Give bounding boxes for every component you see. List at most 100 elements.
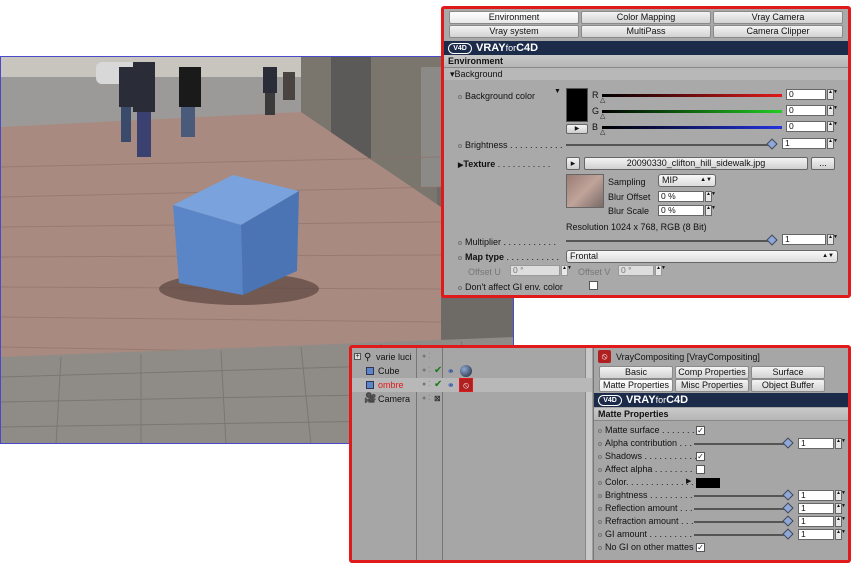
matte-row-label: Shadows . . . . . . . . . . . [598, 451, 697, 461]
visibility-dots-icon[interactable]: ● ⁚ [422, 378, 430, 392]
material-tag-icon[interactable] [460, 365, 472, 377]
object-row-camera[interactable]: 🎥 Camera ● ⁚ ⊠ [352, 392, 592, 406]
gi-env-color-checkbox[interactable] [589, 281, 598, 290]
b-spinner[interactable]: ▲▼ [827, 121, 838, 132]
enabled-check-icon[interactable]: ✔ [434, 378, 442, 392]
background-color-swatch[interactable] [566, 88, 588, 122]
matte-checkbox[interactable]: ✓ [696, 426, 705, 435]
tab-environment[interactable]: Environment [449, 11, 579, 24]
texture-file-button[interactable]: 20090330_clifton_hill_sidewalk.jpg [584, 157, 808, 170]
blur-scale-spinner[interactable]: ▲▼ [705, 205, 716, 216]
subsection-background[interactable]: ▾Background [444, 68, 848, 80]
g-slider-track[interactable] [602, 110, 782, 113]
matte-slider[interactable] [694, 495, 790, 497]
tab-camera-clipper[interactable]: Camera Clipper [713, 25, 843, 38]
visibility-dots-icon[interactable]: ● ⁚ [422, 392, 430, 406]
matte-color-swatch[interactable] [696, 478, 720, 488]
matte-spinner[interactable]: ▲▼ [835, 490, 846, 501]
blur-scale-field[interactable]: 0 % [658, 205, 704, 216]
tab-object-buffer[interactable]: Object Buffer [751, 379, 825, 392]
g-value-field[interactable]: 0 [786, 105, 826, 116]
multiplier-slider-handle[interactable] [766, 234, 778, 246]
matte-spinner[interactable]: ▲▼ [835, 438, 846, 449]
matte-slider[interactable] [694, 443, 790, 445]
offset-v-field[interactable]: 0 ° [618, 265, 654, 276]
tab-color-mapping[interactable]: Color Mapping [581, 11, 711, 24]
sampling-select[interactable]: MIP ▲▼ [658, 174, 716, 187]
object-name[interactable]: Camera [378, 392, 410, 406]
brightness-value-field[interactable]: 1 [782, 138, 826, 149]
object-row-ombre[interactable]: ombre ● ⁚ ✔ ⚭ ⦸ [352, 378, 592, 392]
matte-spinner[interactable]: ▲▼ [835, 503, 846, 514]
tag-icon[interactable]: ⚭ [447, 364, 455, 378]
matte-slider[interactable] [694, 521, 790, 523]
tab-vray-camera[interactable]: Vray Camera [713, 11, 843, 24]
r-value-field[interactable]: 0 [786, 89, 826, 100]
color-picker-button[interactable]: ▶ [566, 124, 588, 134]
visibility-dots-icon[interactable]: ● ⁚ [422, 364, 430, 378]
color-expand-icon[interactable]: ▶ [686, 477, 691, 485]
offset-v-spinner[interactable]: ▲▼ [655, 265, 666, 276]
multiplier-value-field[interactable]: 1 [782, 234, 826, 245]
matte-spinner[interactable]: ▲▼ [835, 529, 846, 540]
matte-slider-handle[interactable] [782, 528, 794, 540]
tab-multipass[interactable]: MultiPass [581, 25, 711, 38]
b-value-field[interactable]: 0 [786, 121, 826, 132]
matte-value-field[interactable]: 1 [798, 529, 834, 540]
object-row-cube[interactable]: Cube ● ⁚ ✔ ⚭ [352, 364, 592, 378]
g-spinner[interactable]: ▲▼ [827, 105, 838, 116]
matte-spinner[interactable]: ▲▼ [835, 516, 846, 527]
r-spinner[interactable]: ▲▼ [827, 89, 838, 100]
dropdown-arrow-icon[interactable]: ▼ [554, 88, 561, 95]
matte-slider-handle[interactable] [782, 515, 794, 527]
offset-u-label: Offset U [468, 267, 501, 277]
object-name[interactable]: ombre [378, 378, 404, 392]
matte-checkbox[interactable]: ✓ [696, 452, 705, 461]
tab-comp-properties[interactable]: Comp Properties [675, 366, 749, 379]
matte-value-field[interactable]: 1 [798, 438, 834, 449]
matte-checkbox[interactable]: ✓ [696, 543, 705, 552]
b-slider-handle[interactable]: △ [600, 128, 605, 136]
blur-offset-field[interactable]: 0 % [658, 191, 704, 202]
compositing-tag-icon[interactable]: ⦸ [459, 378, 473, 392]
r-label: R [592, 90, 599, 100]
blur-offset-spinner[interactable]: ▲▼ [705, 191, 716, 202]
camera-target-icon[interactable]: ⊠ [434, 392, 441, 406]
g-slider-handle[interactable]: △ [600, 112, 605, 120]
enabled-check-icon[interactable]: ✔ [434, 364, 442, 378]
r-slider-handle[interactable]: △ [600, 96, 605, 104]
matte-checkbox[interactable] [696, 465, 705, 474]
tab-matte-properties[interactable]: Matte Properties [599, 379, 673, 392]
object-name[interactable]: Cube [378, 364, 400, 378]
texture-menu-button[interactable]: ▸ [566, 157, 580, 170]
matte-value-field[interactable]: 1 [798, 516, 834, 527]
object-name[interactable]: varie luci [376, 350, 412, 364]
matte-value-field[interactable]: 1 [798, 490, 834, 501]
brightness-slider-handle[interactable] [766, 138, 778, 150]
tab-surface-properties[interactable]: Surface Properties [751, 366, 825, 388]
offset-u-field[interactable]: 0 ° [510, 265, 560, 276]
matte-slider[interactable] [694, 534, 790, 536]
brightness-spinner[interactable]: ▲▼ [827, 138, 838, 149]
visibility-dots-icon[interactable]: ● ⁚ [422, 350, 430, 364]
tab-misc-properties[interactable]: Misc Properties [675, 379, 749, 392]
multiplier-spinner[interactable]: ▲▼ [827, 234, 838, 245]
matte-slider[interactable] [694, 508, 790, 510]
expand-icon[interactable]: + [354, 353, 361, 360]
object-row-varie-luci[interactable]: + ⚲ varie luci ● ⁚ [352, 350, 592, 364]
r-slider-track[interactable] [602, 94, 782, 97]
matte-row: Reflection amount . . . 1 ▲▼ [598, 502, 846, 515]
matte-slider-handle[interactable] [782, 489, 794, 501]
multiplier-slider[interactable] [566, 240, 776, 242]
offset-u-spinner[interactable]: ▲▼ [561, 265, 572, 276]
map-type-select[interactable]: Frontal ▲▼ [566, 250, 838, 263]
tab-vray-system[interactable]: Vray system [449, 25, 579, 38]
tab-basic[interactable]: Basic [599, 366, 673, 379]
matte-slider-handle[interactable] [782, 502, 794, 514]
tag-icon[interactable]: ⚭ [447, 378, 455, 392]
matte-value-field[interactable]: 1 [798, 503, 834, 514]
texture-more-button[interactable]: ... [811, 157, 835, 170]
b-slider-track[interactable] [602, 126, 782, 129]
brightness-slider[interactable] [566, 144, 776, 146]
matte-slider-handle[interactable] [782, 437, 794, 449]
